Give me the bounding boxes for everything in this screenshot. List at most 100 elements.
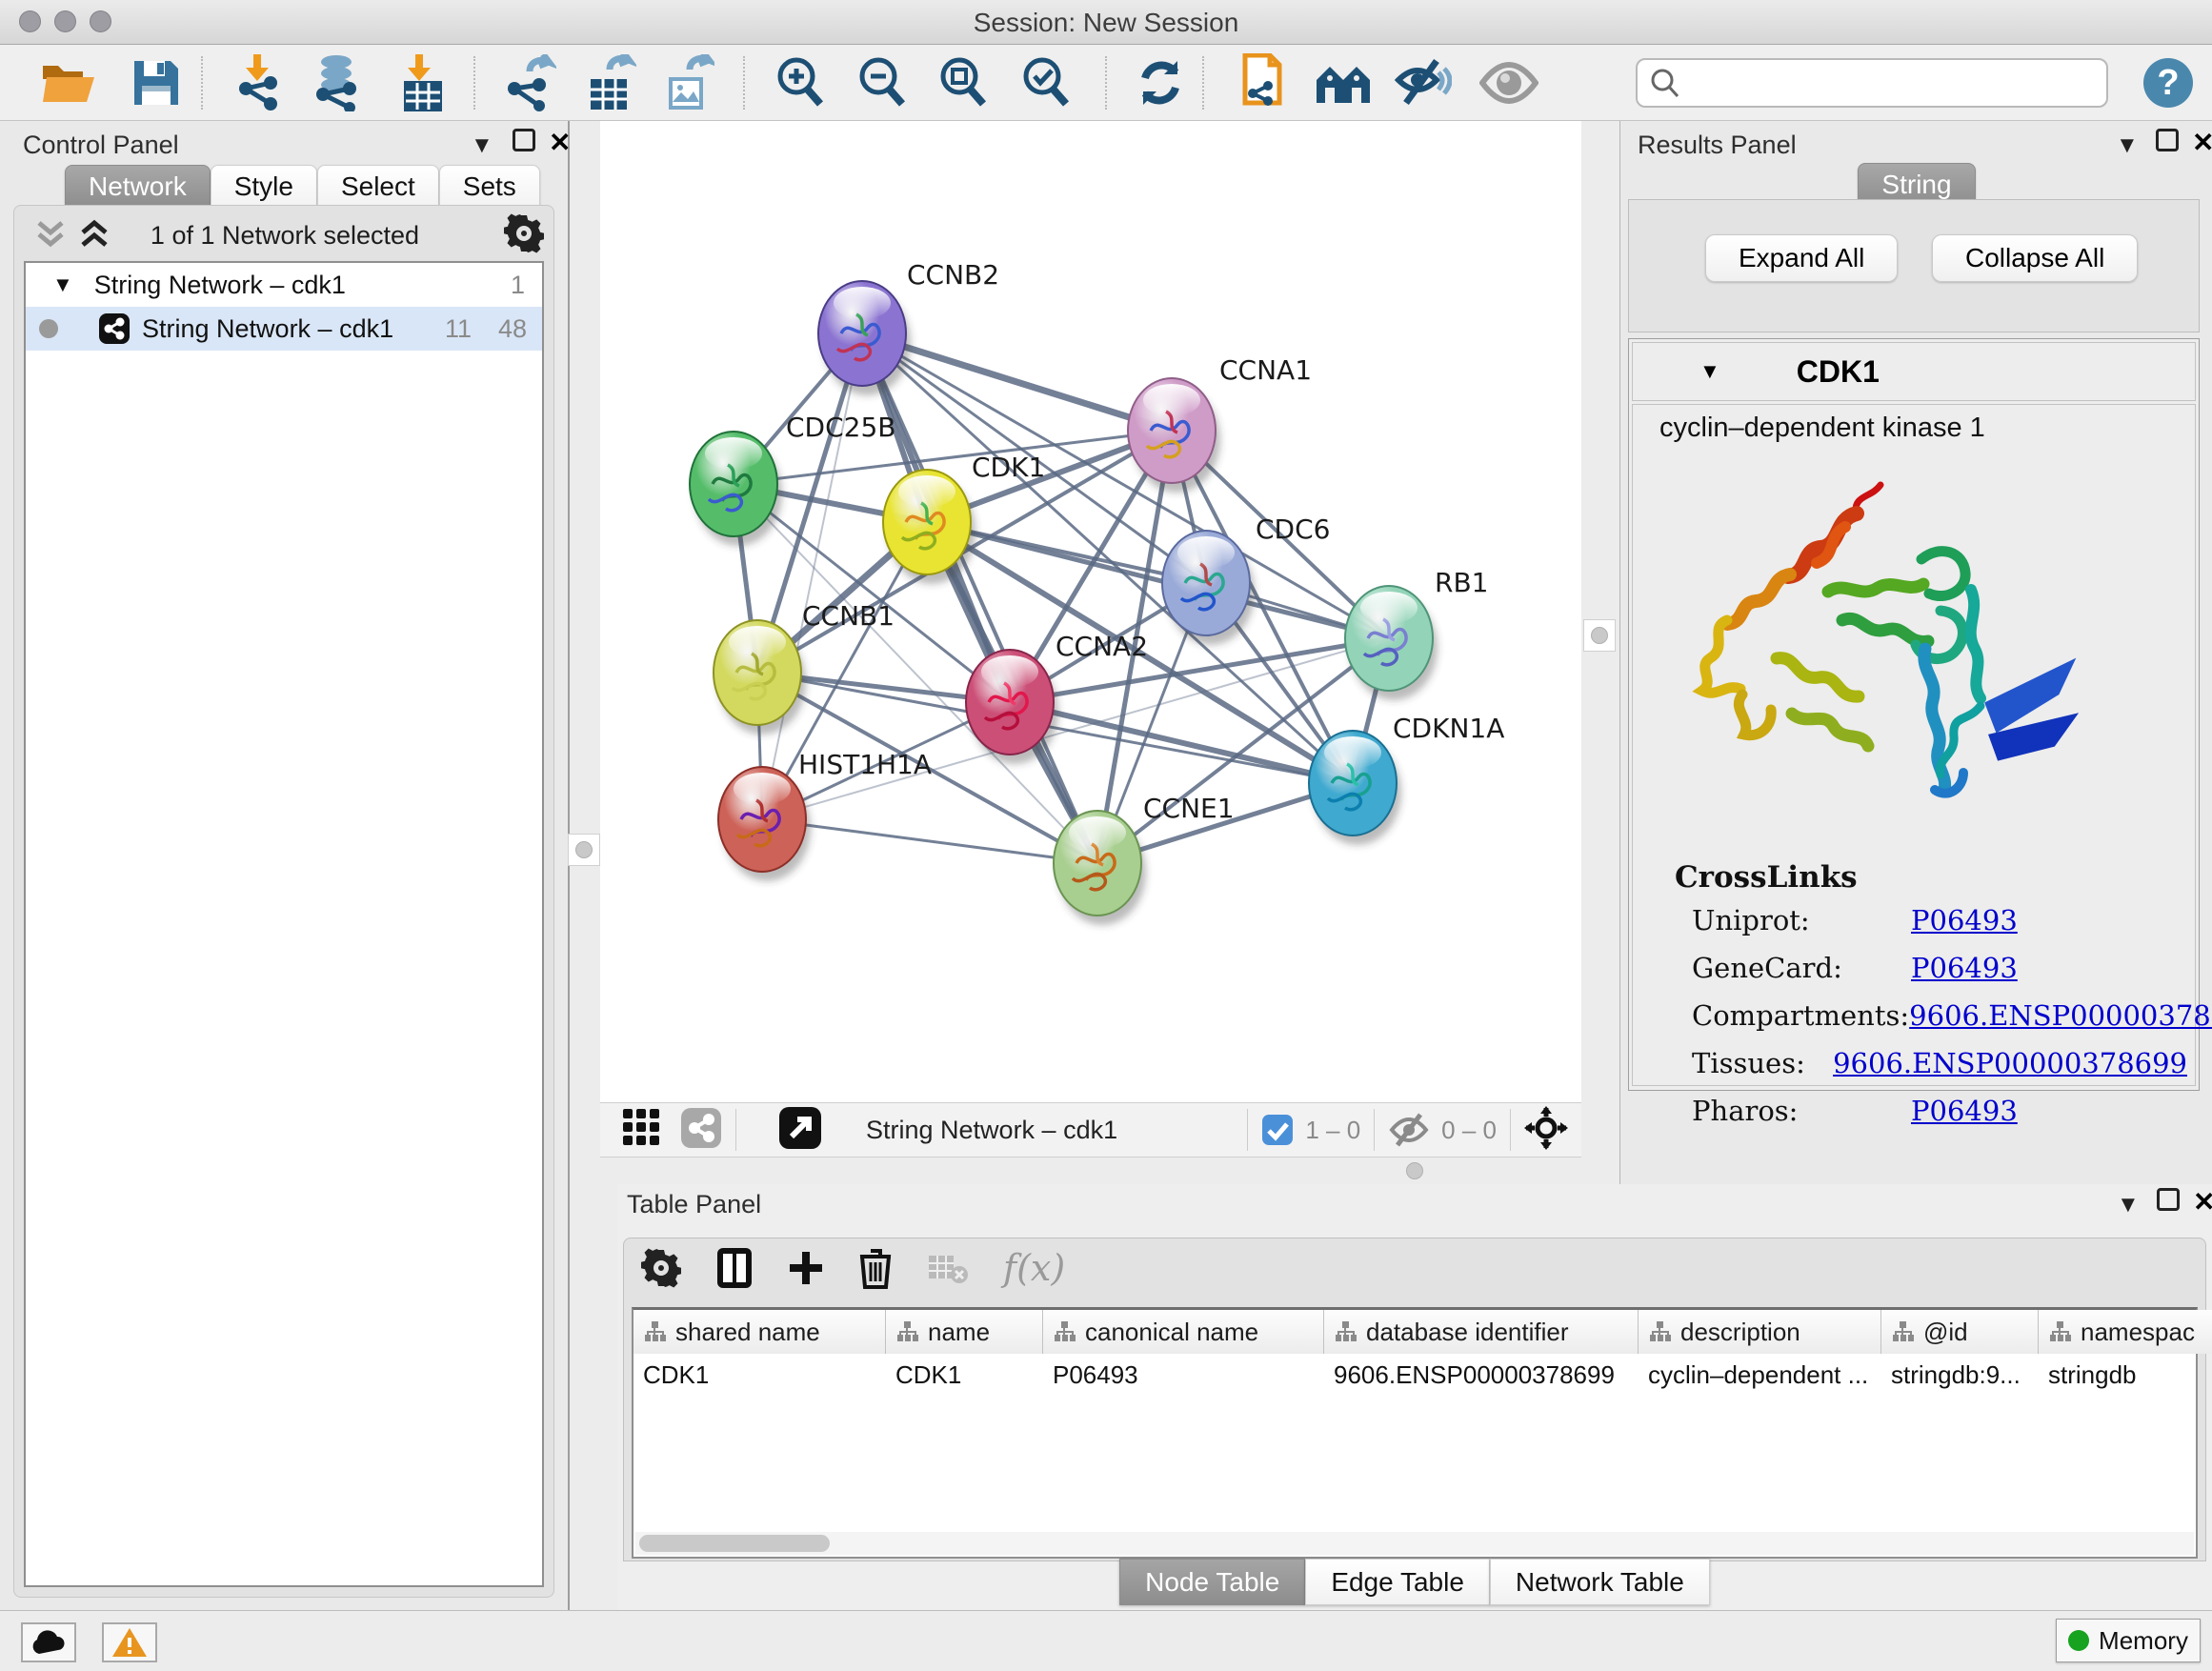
crosslink-link[interactable]: 9606.ENSP00000378699 bbox=[1909, 999, 2212, 1032]
table-h-scrollbar-thumb[interactable] bbox=[639, 1535, 830, 1552]
crosslink-link[interactable]: P06493 bbox=[1911, 952, 2018, 984]
node-CCNB1[interactable]: CCNB1 bbox=[714, 600, 895, 735]
crosslink-link[interactable]: P06493 bbox=[1911, 904, 2018, 936]
control-panel-float-icon[interactable]: ▼ bbox=[471, 132, 493, 159]
tab-network-table[interactable]: Network Table bbox=[1490, 1559, 1710, 1605]
edge-HIST1H1A-CCNE1[interactable] bbox=[762, 819, 1097, 863]
open-session-icon[interactable] bbox=[38, 52, 99, 113]
results-entry-header[interactable]: ▼ CDK1 bbox=[1632, 342, 2196, 401]
node-CCNA1[interactable]: CCNA1 bbox=[1128, 354, 1312, 493]
node-CCNE1[interactable]: CCNE1 bbox=[1054, 793, 1235, 925]
table-panel-float-icon[interactable]: ▼ bbox=[2117, 1192, 2140, 1218]
expand-all-button[interactable]: Expand All bbox=[1705, 234, 1898, 282]
tab-select[interactable]: Select bbox=[317, 165, 439, 209]
node-HIST1H1A[interactable]: HIST1H1A bbox=[718, 749, 932, 881]
collapse-all-button[interactable]: Collapse All bbox=[1932, 234, 2138, 282]
network-canvas[interactable]: CCNB2CCNA1CDC25BCDK1CDC6RB1CCNB1CCNA2CDK… bbox=[600, 121, 1581, 1102]
results-panel-float-icon[interactable]: ▼ bbox=[2116, 132, 2139, 159]
left-splitter-handle[interactable] bbox=[568, 834, 600, 866]
control-panel-undock-icon[interactable] bbox=[513, 129, 535, 151]
column-header-shared-name[interactable]: shared name bbox=[633, 1310, 886, 1354]
tab-network[interactable]: Network bbox=[65, 165, 211, 209]
column-header-database-identifier[interactable]: database identifier bbox=[1324, 1310, 1639, 1354]
zoom-out-icon[interactable] bbox=[852, 52, 913, 113]
network-tree-root-row[interactable]: ▼ String Network – cdk1 1 bbox=[26, 263, 542, 307]
tab-edge-table[interactable]: Edge Table bbox=[1305, 1559, 1490, 1605]
warnings-button[interactable] bbox=[102, 1622, 157, 1662]
hide-selected-icon[interactable] bbox=[1393, 52, 1454, 113]
save-session-icon[interactable] bbox=[126, 52, 187, 113]
add-column-icon[interactable] bbox=[788, 1250, 824, 1286]
horizontal-splitter[interactable] bbox=[600, 1158, 1581, 1184]
crosslink-link[interactable]: P06493 bbox=[1911, 1095, 2018, 1127]
import-network-file-icon[interactable] bbox=[229, 52, 290, 113]
search-box[interactable] bbox=[1636, 58, 2108, 108]
crosslink-link[interactable]: 9606.ENSP00000378699 bbox=[1833, 1047, 2187, 1079]
right-splitter[interactable] bbox=[1581, 121, 1619, 1184]
zoom-in-icon[interactable] bbox=[770, 52, 831, 113]
fit-content-crosshair-icon[interactable] bbox=[1524, 1106, 1568, 1155]
column-header-namespac[interactable]: namespac bbox=[2039, 1310, 2212, 1354]
table-options-gear-icon[interactable] bbox=[641, 1248, 681, 1288]
edge-CCNB2-CCNE1[interactable] bbox=[862, 333, 1097, 863]
hidden-eye-icon[interactable] bbox=[1388, 1113, 1430, 1147]
refresh-icon[interactable] bbox=[1130, 52, 1191, 113]
table-panel-undock-icon[interactable] bbox=[2157, 1188, 2180, 1211]
results-panel-undock-icon[interactable] bbox=[2156, 129, 2179, 151]
cloud-button[interactable] bbox=[21, 1622, 76, 1662]
tab-style[interactable]: Style bbox=[211, 165, 317, 209]
tab-node-table[interactable]: Node Table bbox=[1119, 1559, 1305, 1605]
node-CDC25B[interactable]: CDC25B bbox=[690, 412, 896, 546]
node-CDKN1A[interactable]: CDKN1A bbox=[1309, 713, 1504, 845]
table-h-scrollbar[interactable] bbox=[635, 1532, 2194, 1555]
first-neighbors-icon[interactable] bbox=[1313, 52, 1374, 113]
table-panel-close-icon[interactable]: ✕ bbox=[2193, 1186, 2212, 1218]
network-overview-icon[interactable] bbox=[680, 1107, 722, 1154]
column-header-canonical-name[interactable]: canonical name bbox=[1043, 1310, 1324, 1354]
horizontal-splitter-handle[interactable] bbox=[1406, 1162, 1423, 1179]
import-table-icon[interactable] bbox=[392, 52, 453, 113]
show-columns-icon[interactable] bbox=[715, 1246, 754, 1290]
tree-collapse-arrow-icon[interactable]: ▼ bbox=[52, 272, 73, 297]
table-cell[interactable]: CDK1 bbox=[886, 1354, 1043, 1396]
entry-collapse-arrow-icon[interactable]: ▼ bbox=[1699, 359, 1720, 384]
export-network-icon[interactable] bbox=[499, 52, 560, 113]
selected-count-checkbox-icon[interactable] bbox=[1261, 1114, 1294, 1146]
export-table-icon[interactable] bbox=[579, 52, 640, 113]
zoom-selected-icon[interactable] bbox=[1016, 52, 1076, 113]
zoom-fit-icon[interactable] bbox=[933, 52, 994, 113]
node-table[interactable]: shared name name canonical name database… bbox=[632, 1307, 2198, 1559]
node-RB1[interactable]: RB1 bbox=[1345, 567, 1488, 700]
network-options-gear-icon[interactable] bbox=[504, 213, 544, 258]
table-cell[interactable]: CDK1 bbox=[633, 1354, 886, 1396]
column-header-name[interactable]: name bbox=[886, 1310, 1043, 1354]
table-cell[interactable]: cyclin–dependent ... bbox=[1639, 1354, 1881, 1396]
string-import-icon[interactable] bbox=[1231, 52, 1292, 113]
control-panel-close-icon[interactable]: ✕ bbox=[549, 127, 571, 158]
table-cell[interactable]: 9606.ENSP00000378699 bbox=[1324, 1354, 1639, 1396]
detach-view-icon[interactable] bbox=[778, 1106, 822, 1155]
network-tree-child-row[interactable]: String Network – cdk1 11 48 bbox=[26, 307, 542, 351]
table-cell[interactable]: P06493 bbox=[1043, 1354, 1324, 1396]
column-header-description[interactable]: description bbox=[1639, 1310, 1881, 1354]
node-CDC6[interactable]: CDC6 bbox=[1162, 513, 1330, 645]
memory-button[interactable]: Memory bbox=[2056, 1619, 2201, 1662]
table-cell[interactable]: stringdb bbox=[2039, 1354, 2212, 1396]
results-panel-close-icon[interactable]: ✕ bbox=[2192, 127, 2212, 158]
right-splitter-handle[interactable] bbox=[1583, 619, 1616, 652]
column-type-icon bbox=[1334, 1320, 1357, 1343]
column-header-@id[interactable]: @id bbox=[1881, 1310, 2039, 1354]
export-image-icon[interactable] bbox=[657, 52, 718, 113]
show-all-icon[interactable] bbox=[1478, 52, 1539, 113]
help-icon[interactable]: ? bbox=[2138, 52, 2199, 113]
search-input[interactable] bbox=[1681, 69, 2081, 98]
import-network-database-icon[interactable] bbox=[307, 52, 368, 113]
edge-CCNB2-HIST1H1A[interactable] bbox=[762, 333, 862, 819]
birds-eye-view-icon[interactable] bbox=[621, 1107, 663, 1154]
table-cell[interactable]: stringdb:9... bbox=[1881, 1354, 2039, 1396]
tab-sets[interactable]: Sets bbox=[439, 165, 540, 209]
table-row[interactable]: CDK1CDK1P064939606.ENSP00000378699cyclin… bbox=[633, 1354, 2196, 1396]
warning-icon bbox=[111, 1626, 148, 1659]
left-splitter[interactable] bbox=[570, 121, 600, 1610]
delete-column-icon[interactable] bbox=[858, 1247, 893, 1289]
